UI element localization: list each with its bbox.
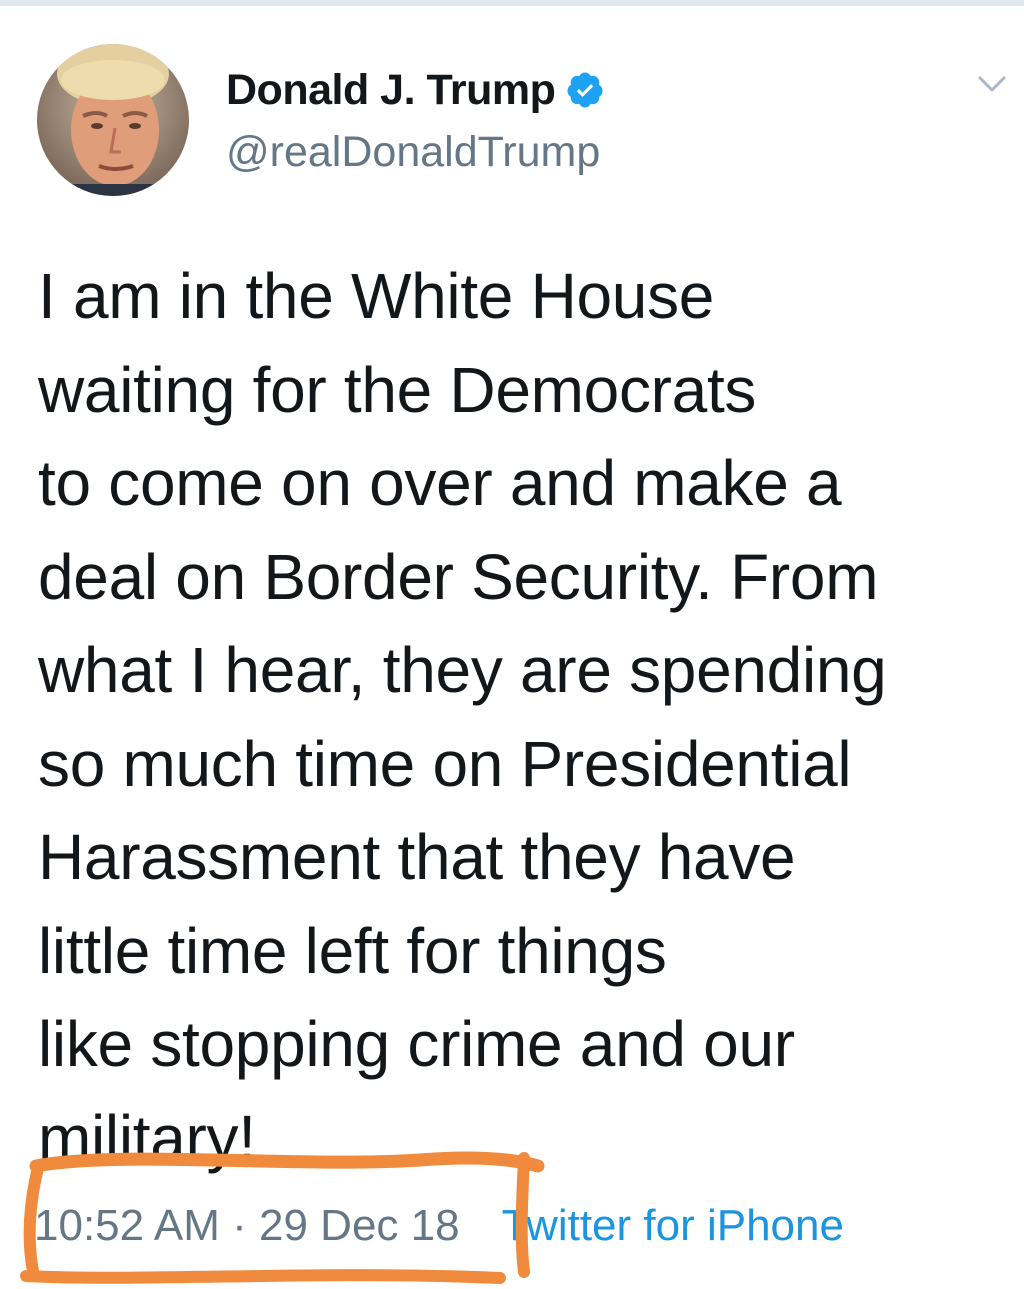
tweet-source-link[interactable]: Twitter for iPhone [502,1201,844,1251]
author-handle[interactable]: @realDonaldTrump [226,128,600,177]
author-name-row: Donald J. Trump [226,62,605,118]
top-divider [0,0,1024,6]
tweet-meta-row: 10:52 AM · 29 Dec 18 Twitter for iPhone [34,1198,844,1254]
verified-badge-icon [565,70,605,110]
chevron-down-icon[interactable] [972,70,1012,100]
tweet-text: I am in the White House waiting for the … [38,260,887,1174]
display-name[interactable]: Donald J. Trump [226,66,556,115]
avatar[interactable] [37,44,189,196]
tweet-timestamp[interactable]: 10:52 AM · 29 Dec 18 [34,1201,460,1251]
